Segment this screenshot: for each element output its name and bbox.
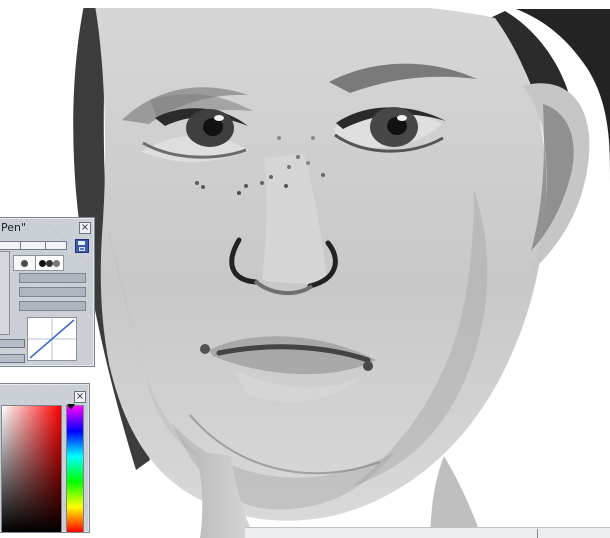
brush-slider-opacity[interactable] [19,287,86,297]
scrollbar-divider [537,529,538,538]
pressure-curve [28,318,76,360]
brush-mini-control-1[interactable] [0,339,25,348]
hue-marker-icon[interactable] [67,404,75,410]
hue-slider[interactable] [66,405,84,533]
brush-size-small [39,260,46,267]
curve-icon[interactable] [27,317,77,361]
brush-slider-size[interactable] [19,273,86,283]
pen-panel-title: Pen" [1,221,27,234]
save-icon[interactable] [75,239,89,253]
brush-size-medium [46,260,53,267]
close-icon[interactable]: × [74,391,86,403]
tab-divider [45,242,46,249]
bottom-scrollbar[interactable] [245,527,610,538]
color-picker-field[interactable] [1,405,62,533]
brush-size-large [53,260,60,267]
close-icon[interactable]: × [79,222,91,234]
brush-dot-icon[interactable] [13,255,36,271]
color-panel: × [0,383,90,533]
tab-divider [20,242,21,249]
pen-panel: Pen" × [0,217,95,367]
application-window: Pen" × × [0,0,610,538]
brush-slider-blend[interactable] [19,301,86,311]
brush-tab-strip[interactable] [0,241,67,250]
brush-tip-dot [21,260,28,267]
brush-mini-control-2[interactable] [0,354,25,363]
brush-list-frame[interactable] [0,251,10,335]
brush-stack-icon[interactable] [35,255,64,271]
